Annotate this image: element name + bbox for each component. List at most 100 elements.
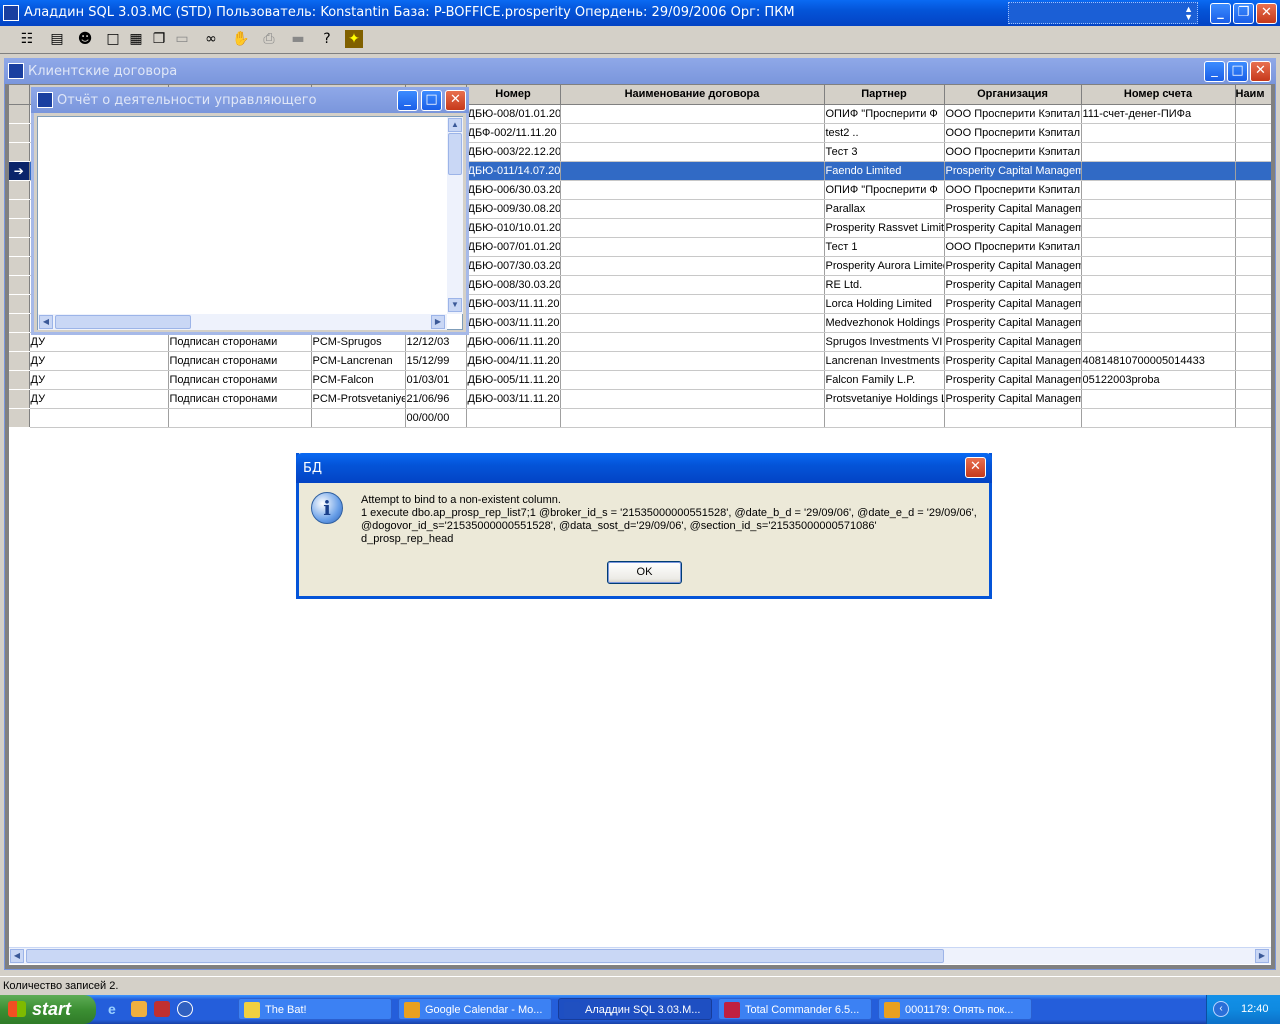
contracts-minimize-button[interactable]: _ — [1204, 61, 1225, 82]
table-cell[interactable]: ДБЮ-006/30.03.20 — [466, 180, 561, 200]
contracts-close-button[interactable]: ✕ — [1250, 61, 1271, 82]
table-cell[interactable] — [1081, 332, 1236, 352]
row-indicator[interactable] — [9, 351, 30, 371]
table-cell[interactable] — [560, 199, 825, 219]
table-cell[interactable] — [1081, 180, 1236, 200]
table-cell[interactable] — [1235, 180, 1271, 200]
ok-button[interactable]: OK — [607, 561, 682, 584]
database-icon[interactable]: ▤ — [46, 28, 68, 50]
app-restore-button[interactable]: ❐ — [1233, 3, 1254, 24]
table-cell[interactable]: ДБЮ-008/30.03.20 — [466, 275, 561, 295]
table-cell[interactable]: 00/00/00 — [405, 408, 467, 428]
minimize-all-icon[interactable]: ▭ — [171, 28, 193, 50]
row-indicator[interactable] — [9, 389, 30, 409]
table-cell[interactable]: Тест 3 — [824, 142, 945, 162]
table-cell[interactable]: ДБЮ-007/01.01.20 — [466, 237, 561, 257]
dialog-close-button[interactable]: ✕ — [965, 457, 986, 478]
table-cell[interactable] — [560, 142, 825, 162]
table-cell[interactable]: ДБЮ-003/11.11.20 — [466, 294, 561, 314]
row-indicator[interactable] — [9, 408, 30, 428]
table-cell[interactable] — [1235, 161, 1271, 181]
hscroll-thumb[interactable] — [26, 949, 944, 963]
table-cell[interactable] — [1081, 275, 1236, 295]
task-total-commander[interactable]: Total Commander 6.5... — [718, 998, 872, 1020]
table-cell[interactable] — [1235, 256, 1271, 276]
report-minimize-button[interactable]: _ — [397, 90, 418, 111]
table-cell[interactable]: ООО Просперити Кэпитал — [944, 237, 1082, 257]
table-cell[interactable] — [1081, 256, 1236, 276]
table-cell[interactable] — [1235, 123, 1271, 143]
table-cell[interactable]: Lancrenan Investments L — [824, 351, 945, 371]
table-cell[interactable] — [560, 275, 825, 295]
table-cell[interactable]: ООО Просперити Кэпитал — [944, 123, 1082, 143]
table-cell[interactable]: ДУ — [29, 370, 169, 390]
error-dialog-title-bar[interactable]: БД ✕ — [296, 453, 992, 483]
table-cell[interactable]: ООО Просперити Кэпитал — [944, 104, 1082, 124]
spin-icon[interactable]: ▲ ▼ — [1184, 5, 1193, 22]
table-cell[interactable]: Faendo Limited — [824, 161, 945, 181]
app-close-button[interactable]: ✕ — [1256, 3, 1277, 24]
row-indicator[interactable] — [9, 237, 30, 257]
scroll-right-icon[interactable]: ▶ — [431, 315, 445, 329]
table-cell[interactable] — [944, 408, 1082, 428]
table-cell[interactable] — [560, 370, 825, 390]
table-cell[interactable] — [1235, 313, 1271, 333]
header-name-truncated[interactable]: Наим — [1235, 85, 1271, 105]
table-cell[interactable] — [560, 408, 825, 428]
tray-expand-icon[interactable]: ‹ — [1213, 1001, 1229, 1017]
table-cell[interactable]: Prosperity Rassvet Limite — [824, 218, 945, 238]
row-indicator[interactable] — [9, 180, 30, 200]
table-cell[interactable] — [1235, 389, 1271, 409]
table-cell[interactable]: 40814810700005014433 — [1081, 351, 1236, 371]
vscroll-thumb[interactable] — [448, 133, 462, 175]
table-cell[interactable] — [1235, 275, 1271, 295]
table-cell[interactable]: ДБЮ-010/10.01.20 — [466, 218, 561, 238]
table-cell[interactable]: Lorca Holding Limited — [824, 294, 945, 314]
tile-icon[interactable]: ▦ — [125, 28, 147, 50]
table-cell[interactable] — [1081, 408, 1236, 428]
table-row[interactable]: ДУ Подписан сторонами PCM-Lancrenan 15/12/9… — [9, 351, 1271, 371]
table-cell[interactable]: Prosperity Capital Manageme — [944, 275, 1082, 295]
table-cell[interactable]: Prosperity Capital Manageme — [944, 218, 1082, 238]
table-cell[interactable]: ООО Просперити Кэпитал — [944, 180, 1082, 200]
print-icon[interactable]: ⎙ — [258, 28, 280, 50]
table-cell[interactable] — [1235, 332, 1271, 352]
table-cell[interactable] — [29, 408, 169, 428]
row-indicator[interactable] — [9, 275, 30, 295]
table-cell[interactable]: Prosperity Capital Manageme — [944, 313, 1082, 333]
export-icon[interactable]: ▬ — [287, 28, 309, 50]
table-cell[interactable] — [560, 218, 825, 238]
header-contract-name[interactable]: Наименование договора — [560, 85, 825, 105]
table-cell[interactable]: ДБЮ-008/01.01.20 — [466, 104, 561, 124]
table-cell[interactable]: 05122003proba — [1081, 370, 1236, 390]
table-cell[interactable]: Prosperity Capital Manageme — [944, 332, 1082, 352]
table-cell[interactable]: Parallax — [824, 199, 945, 219]
scroll-right-icon[interactable]: ▶ — [1255, 949, 1269, 963]
table-cell[interactable]: Подписан сторонами — [168, 351, 312, 371]
table-cell[interactable] — [1235, 351, 1271, 371]
header-organization[interactable]: Организация — [944, 85, 1082, 105]
task-mantis[interactable]: 0001179: Опять пок... — [878, 998, 1032, 1020]
table-cell[interactable] — [1081, 161, 1236, 181]
table-cell[interactable]: test2 .. — [824, 123, 945, 143]
table-cell[interactable] — [560, 389, 825, 409]
table-cell[interactable]: PCM-Falcon — [311, 370, 406, 390]
app-icon[interactable] — [3, 5, 19, 21]
row-indicator[interactable] — [9, 294, 30, 314]
table-cell[interactable] — [311, 408, 406, 428]
list-icon[interactable]: ☷ — [16, 28, 38, 50]
header-account[interactable]: Номер счета — [1081, 85, 1236, 105]
table-cell[interactable]: Prosperity Capital Manageme — [944, 370, 1082, 390]
table-cell[interactable]: RE Ltd. — [824, 275, 945, 295]
table-cell[interactable]: ДУ — [29, 389, 169, 409]
row-indicator[interactable] — [9, 104, 30, 124]
table-cell[interactable] — [560, 237, 825, 257]
table-cell[interactable]: 01/03/01 — [405, 370, 467, 390]
table-cell[interactable] — [824, 408, 945, 428]
table-cell[interactable]: PCM-Lancrenan — [311, 351, 406, 371]
table-cell[interactable]: ДБЮ-011/14.07.20 — [466, 161, 561, 181]
quicklaunch-browser-icon[interactable] — [177, 1001, 193, 1017]
table-cell[interactable]: Prosperity Capital Manageme — [944, 256, 1082, 276]
table-cell[interactable] — [1081, 218, 1236, 238]
table-cell[interactable]: Подписан сторонами — [168, 389, 312, 409]
